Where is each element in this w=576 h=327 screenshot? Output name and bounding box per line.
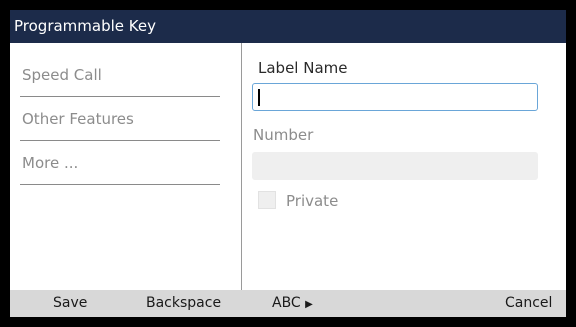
number-heading: Number (253, 126, 314, 144)
phone-screen: Programmable Key Speed Call Other Featur… (10, 10, 566, 317)
save-button[interactable]: Save (53, 290, 87, 317)
abc-label: ABC (272, 295, 301, 311)
cancel-button[interactable]: Cancel (505, 290, 552, 317)
label-name-input[interactable] (252, 83, 538, 111)
right-triangle-icon: ▶ (305, 299, 313, 310)
backspace-button[interactable]: Backspace (146, 290, 221, 317)
sidebar-item-speed-call[interactable]: Speed Call (20, 53, 220, 97)
sidebar-item-label: Speed Call (22, 66, 102, 84)
label-name-heading: Label Name (258, 59, 348, 77)
sidebar-item-other-features[interactable]: Other Features (20, 97, 220, 141)
abc-button[interactable]: ABC ▶ (272, 290, 313, 317)
page-title: Programmable Key (14, 17, 156, 35)
device-frame: Programmable Key Speed Call Other Featur… (0, 0, 576, 327)
sidebar-item-more[interactable]: More ... (20, 141, 220, 185)
sidebar-item-label: Other Features (22, 110, 134, 128)
softkey-bar: Save Backspace ABC ▶ Cancel (10, 290, 566, 317)
sidebar-item-label: More ... (22, 154, 79, 172)
text-caret (258, 89, 260, 106)
private-checkbox[interactable] (258, 191, 276, 209)
key-form: Label Name Number Private (242, 43, 566, 290)
title-bar: Programmable Key (10, 10, 566, 43)
private-label: Private (286, 192, 339, 210)
number-input[interactable] (252, 152, 538, 180)
sidebar: Speed Call Other Features More ... (10, 43, 242, 290)
